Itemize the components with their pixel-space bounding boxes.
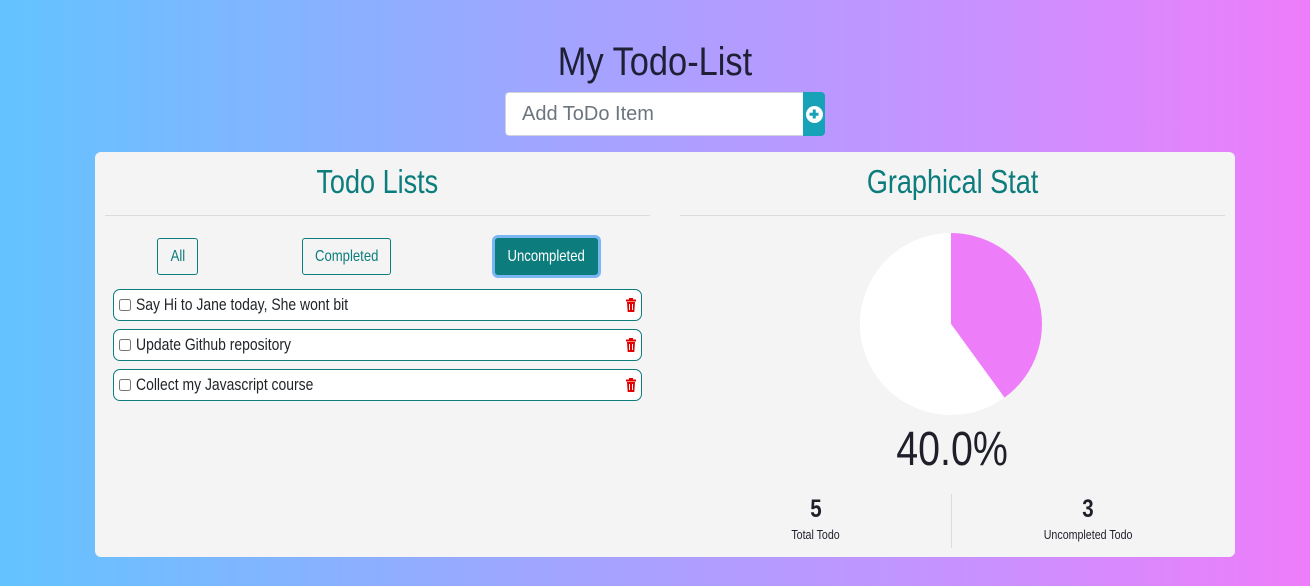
trash-icon[interactable] [626,298,636,312]
add-todo-bar [505,92,825,136]
filter-completed-button[interactable]: Completed [302,238,391,275]
todo-item: Say Hi to Jane today, She wont bit [113,289,642,321]
add-todo-input[interactable] [505,92,803,136]
todo-text: Update Github repository [136,335,291,354]
graphical-stat-heading: Graphical Stat [680,160,1225,216]
plus-circle-icon [805,105,823,123]
trash-icon[interactable] [626,338,636,352]
uncompleted-todo-label: Uncompleted Todo [1043,527,1133,542]
todo-lists-heading: Todo Lists [105,160,650,216]
total-todo-label: Total Todo [791,527,840,542]
page-title: My Todo-List [557,40,753,84]
completion-pie-chart [860,233,1042,415]
main-card: Todo Lists Graphical Stat All Completed … [95,152,1235,557]
todo-item: Collect my Javascript course [113,369,642,401]
total-todo-count: 5 [809,495,822,523]
completion-percent: 40.0% [896,423,1009,476]
todo-text: Collect my Javascript course [136,375,314,394]
todo-checkbox[interactable] [119,379,131,391]
todo-text: Say Hi to Jane today, She wont bit [136,295,349,314]
trash-icon[interactable] [626,378,636,392]
filter-uncompleted-button[interactable]: Uncompleted [495,238,598,275]
add-todo-button[interactable] [803,92,825,136]
todo-checkbox[interactable] [119,339,131,351]
todo-item: Update Github repository [113,329,642,361]
total-todo-stat: 5 Total Todo [680,494,952,548]
todo-checkbox[interactable] [119,299,131,311]
uncompleted-todo-count: 3 [1082,495,1094,523]
filter-all-button[interactable]: All [157,238,198,275]
uncompleted-todo-stat: 3 Uncompleted Todo [952,494,1224,548]
